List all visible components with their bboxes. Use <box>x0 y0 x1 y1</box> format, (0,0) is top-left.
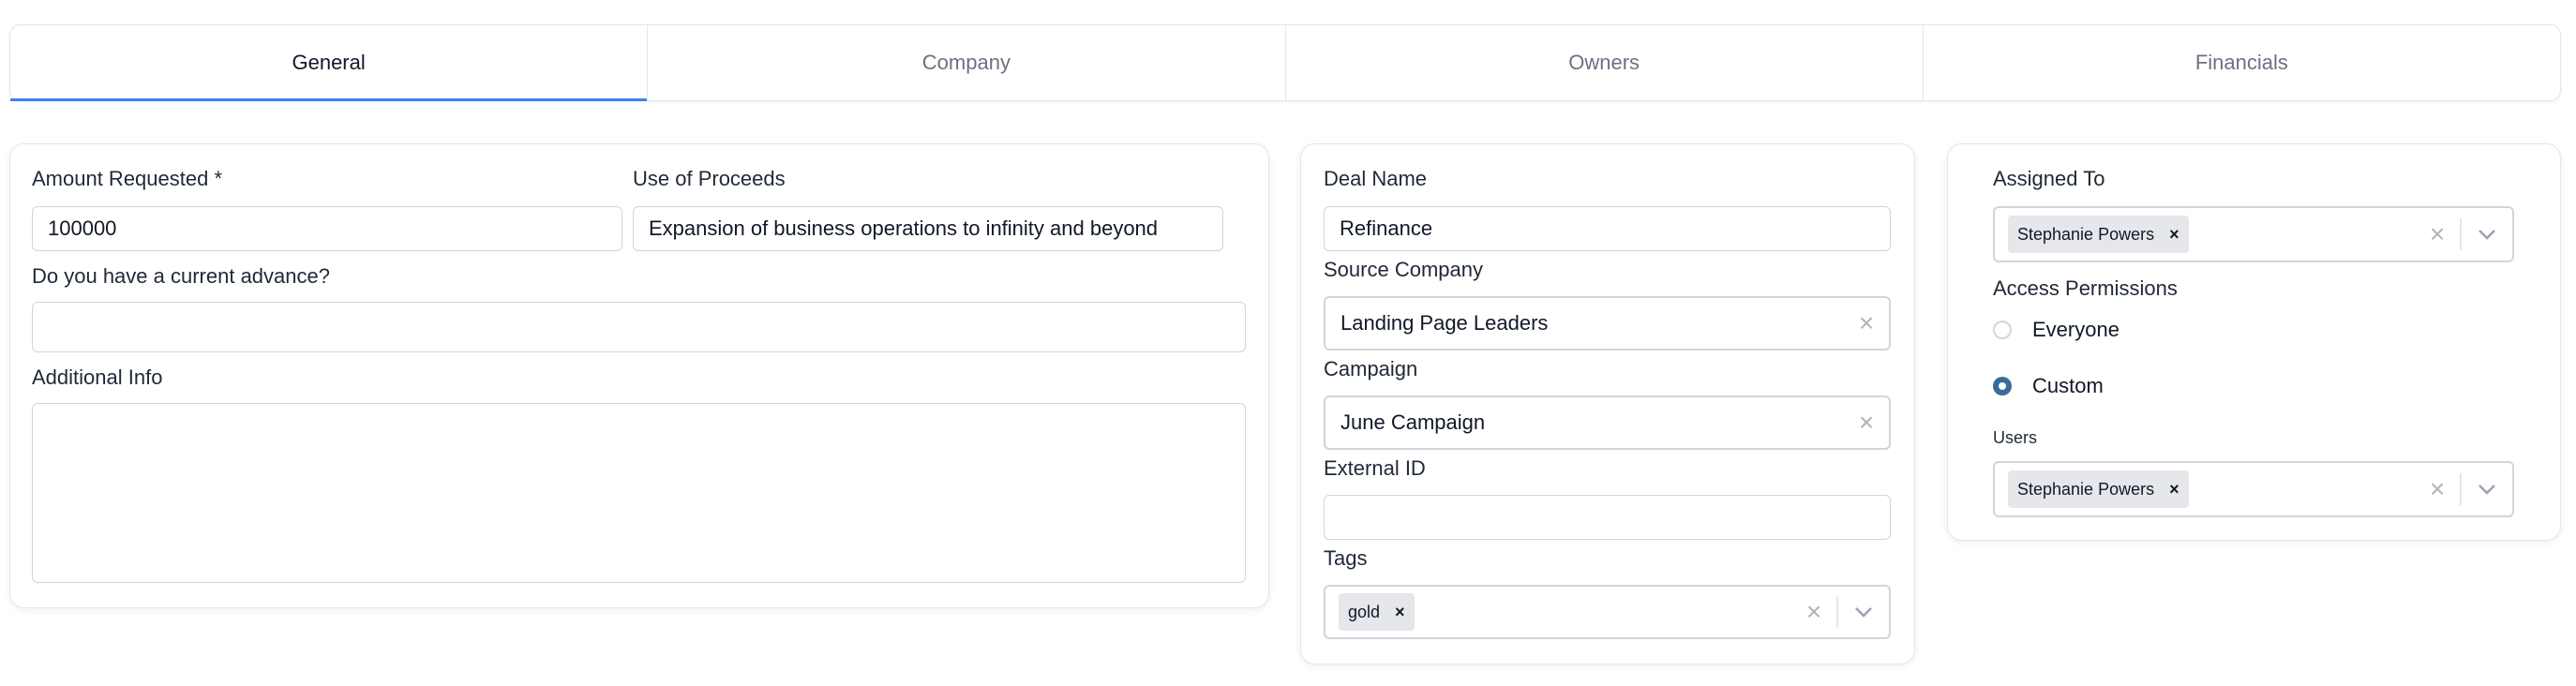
users-chips: Stephanie Powers × <box>1995 470 2415 508</box>
clear-x-icon[interactable]: × <box>1844 410 1889 436</box>
chevron-down-icon[interactable] <box>2462 229 2512 240</box>
deal-name-label: Deal Name <box>1324 167 1428 190</box>
tags-select[interactable]: gold × × <box>1324 585 1891 639</box>
source-company-value: Landing Page Leaders <box>1340 311 1549 335</box>
current-advance-input[interactable] <box>32 302 1246 352</box>
tab-general[interactable]: General <box>10 25 648 101</box>
clear-x-icon[interactable]: × <box>2415 221 2460 247</box>
source-company-label: Source Company <box>1324 258 1483 281</box>
assigned-chips: Stephanie Powers × <box>1995 216 2415 253</box>
external-id-label: External ID <box>1324 456 1426 480</box>
chip-remove-icon[interactable]: × <box>2169 225 2179 245</box>
clear-x-icon[interactable]: × <box>1791 599 1836 625</box>
assigned-to-label: Assigned To <box>1993 167 2105 190</box>
use-of-proceeds-label: Use of Proceeds <box>633 167 786 190</box>
tab-bar: General Company Owners Financials <box>9 24 2561 101</box>
chip-remove-icon[interactable]: × <box>1395 603 1405 622</box>
tab-financials[interactable]: Financials <box>1922 25 2560 100</box>
use-of-proceeds-input[interactable]: Expansion of business operations to infi… <box>633 206 1223 251</box>
campaign-label: Campaign <box>1324 357 1418 380</box>
tags-label: Tags <box>1324 546 1368 570</box>
assigned-to-select[interactable]: Stephanie Powers × × <box>1993 206 2514 262</box>
clear-x-icon[interactable]: × <box>2415 476 2460 502</box>
radio-everyone[interactable]: Everyone <box>1993 318 2119 342</box>
current-advance-label: Do you have a current advance? <box>32 264 330 288</box>
amount-requested-label: Amount Requested * <box>32 167 223 190</box>
chip-remove-icon[interactable]: × <box>2169 480 2179 500</box>
source-company-select[interactable]: Landing Page Leaders × <box>1324 296 1891 350</box>
radio-button-checked[interactable] <box>1993 377 2012 395</box>
tab-company[interactable]: Company <box>647 25 1284 100</box>
radio-custom[interactable]: Custom <box>1993 374 2104 398</box>
clear-x-icon[interactable]: × <box>1844 310 1889 336</box>
users-select[interactable]: Stephanie Powers × × <box>1993 461 2514 517</box>
radio-button[interactable] <box>1993 321 2012 339</box>
campaign-select[interactable]: June Campaign × <box>1324 395 1891 450</box>
tags-chips: gold × <box>1325 593 1791 631</box>
amount-requested-input[interactable]: 100000 <box>32 206 622 251</box>
tag-chip-label: gold <box>1348 602 1381 621</box>
radio-custom-label: Custom <box>2032 374 2104 397</box>
assignee-chip-label: Stephanie Powers <box>2017 224 2155 244</box>
additional-info-textarea[interactable] <box>32 403 1246 583</box>
user-chip-label: Stephanie Powers <box>2017 479 2155 499</box>
assignee-chip: Stephanie Powers × <box>2008 216 2189 253</box>
campaign-value: June Campaign <box>1340 410 1486 434</box>
deal-name-input[interactable]: Refinance <box>1324 206 1891 251</box>
tab-owners[interactable]: Owners <box>1284 25 1923 100</box>
access-permissions-label: Access Permissions <box>1993 276 2178 300</box>
users-label: Users <box>1993 428 2038 447</box>
tag-chip: gold × <box>1339 593 1415 631</box>
external-id-input[interactable] <box>1324 495 1891 540</box>
additional-info-label: Additional Info <box>32 365 163 389</box>
radio-everyone-label: Everyone <box>2032 318 2119 341</box>
chevron-down-icon[interactable] <box>2462 484 2512 495</box>
chevron-down-icon[interactable] <box>1838 606 1889 618</box>
user-chip: Stephanie Powers × <box>2008 470 2189 508</box>
